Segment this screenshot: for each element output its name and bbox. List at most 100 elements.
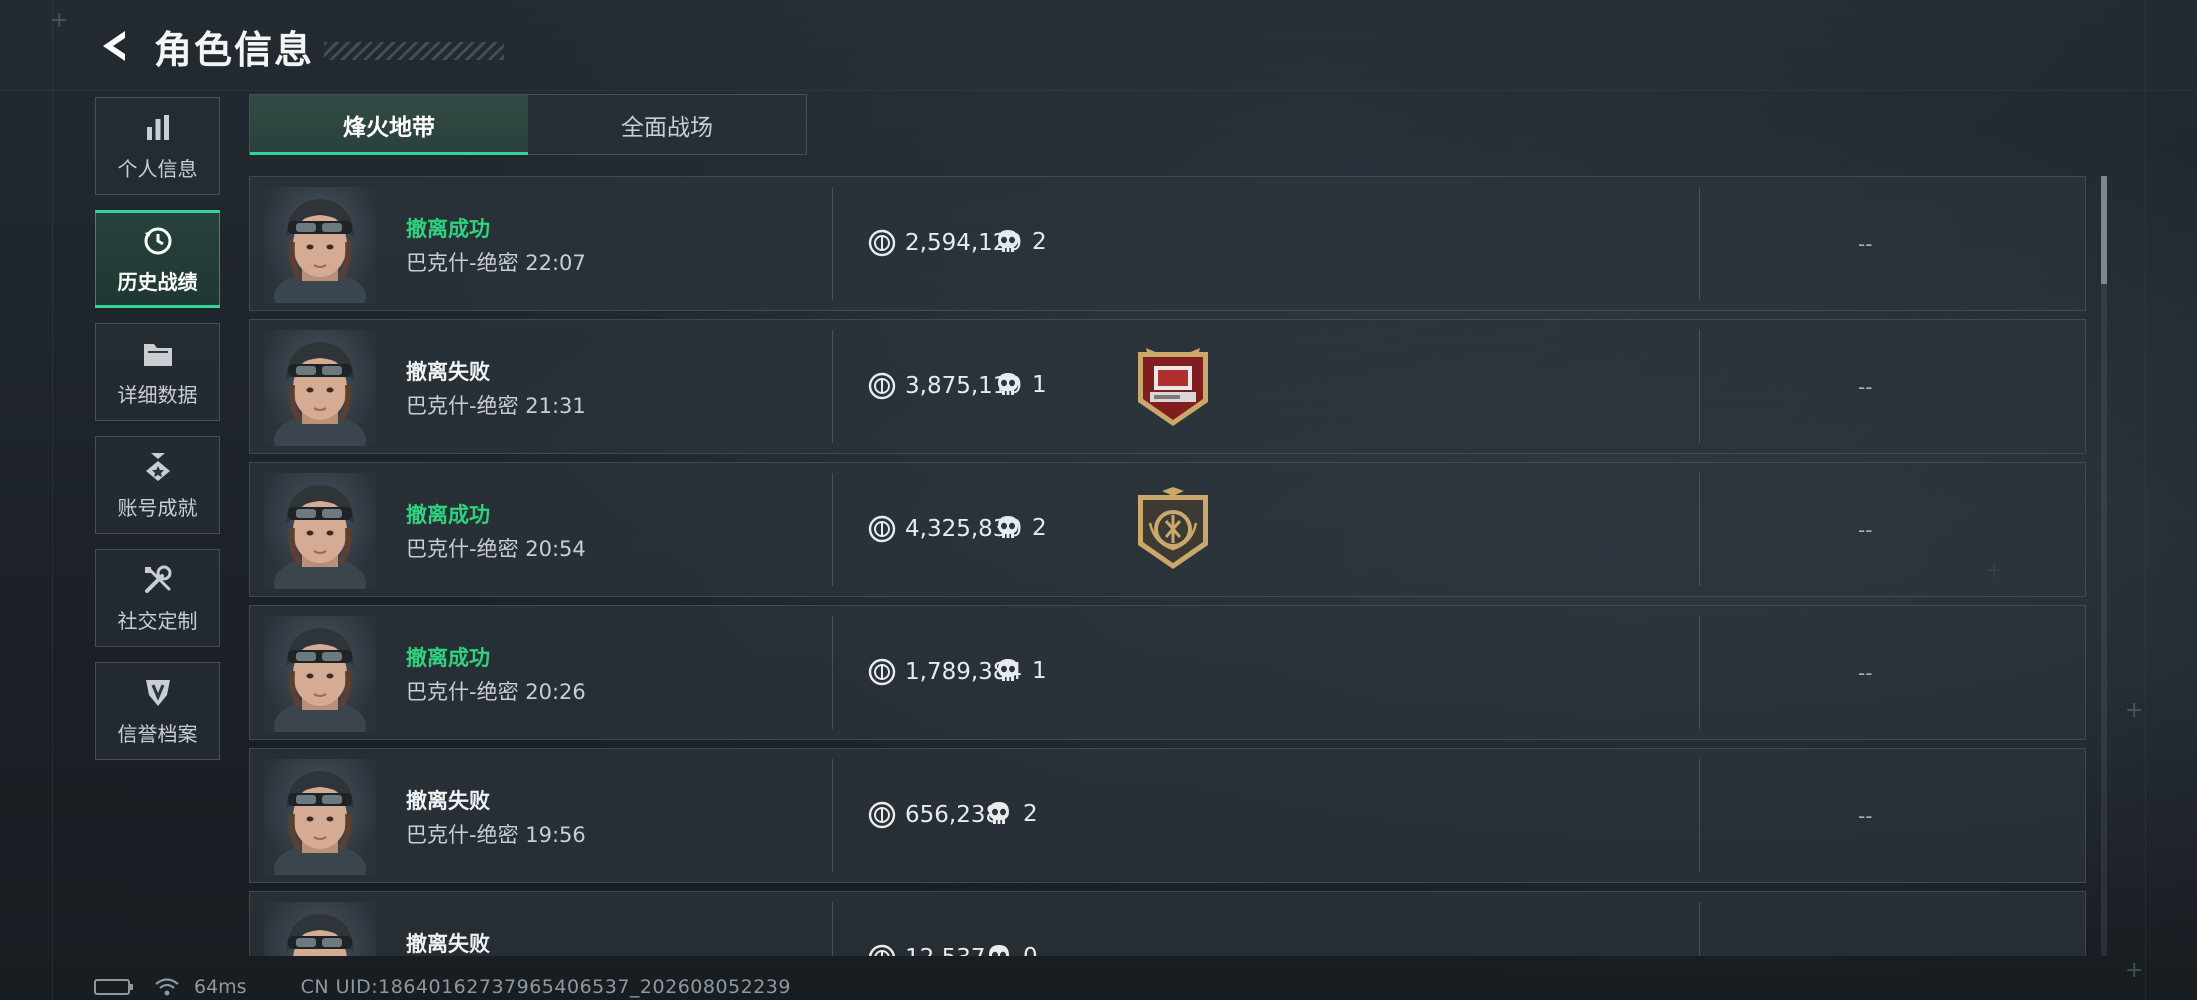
character-portrait-avatar <box>264 902 376 956</box>
map-and-time: 巴克什-绝密 22:07 <box>406 251 586 275</box>
computer-badge-icon <box>1138 348 1208 426</box>
divider <box>832 616 833 729</box>
clock-history-icon <box>141 224 175 258</box>
sidebar-item-label: 个人信息 <box>117 156 198 181</box>
frame-line <box>0 90 2197 91</box>
table-row[interactable]: 撤离失败 12,537 0 <box>249 891 2086 956</box>
kill-count: 2 <box>996 229 1047 255</box>
extraction-status: 撤离成功 <box>406 503 490 527</box>
skull-icon <box>998 659 1018 681</box>
divider <box>832 473 833 586</box>
uid-text: CN UID:18640162737965406537_202608052239 <box>300 976 791 998</box>
title-hatch-decoration <box>324 42 505 60</box>
coin-icon <box>868 372 896 400</box>
folder-icon <box>141 337 175 371</box>
extraction-status: 撤离成功 <box>406 217 490 241</box>
crosshair-deco-icon: + <box>50 8 69 33</box>
kill-count-text: 0 <box>1023 944 1038 956</box>
kill-count-text: 2 <box>1032 515 1047 541</box>
scrollbar[interactable] <box>2101 176 2107 956</box>
map-and-time: 巴克什-绝密 20:54 <box>406 537 586 561</box>
tab-warfare[interactable]: 全面战场 <box>528 95 806 154</box>
screen: + + + + 角色信息 个人信息 <box>0 0 2197 1000</box>
sidebar-item-social[interactable]: 社交定制 <box>95 549 220 647</box>
extraction-status: 撤离成功 <box>406 646 490 670</box>
match-history-list: 撤离成功 巴克什-绝密 22:07 2,594,129 2 -- 撤离失败 巴克… <box>249 176 2086 956</box>
frame-line <box>52 0 53 1000</box>
sidebar-item-detailed-data[interactable]: 详细数据 <box>95 323 220 421</box>
status-footer: 64ms CN UID:18640162737965406537_2026080… <box>94 975 791 999</box>
medal-icon <box>141 450 175 484</box>
table-row[interactable]: 撤离失败 巴克什-绝密 19:56 656,238 2 -- <box>249 748 2086 883</box>
mode-tabs: 烽火地带 全面战场 <box>249 94 807 155</box>
divider <box>832 759 833 872</box>
tab-operations[interactable]: 烽火地带 <box>250 95 528 155</box>
character-portrait-avatar <box>264 616 376 732</box>
shield-badge-icon <box>141 676 175 710</box>
coin-icon <box>868 801 896 829</box>
loot-value: 656,238 <box>868 801 1000 829</box>
extra-info: -- <box>1858 375 1873 399</box>
skull-icon <box>989 945 1009 956</box>
kill-count: 2 <box>996 515 1047 541</box>
character-portrait-avatar <box>264 759 376 875</box>
table-row[interactable]: 撤离失败 巴克什-绝密 21:31 3,875,119 1 -- <box>249 319 2086 454</box>
table-row[interactable]: 撤离成功 巴克什-绝密 22:07 2,594,129 2 -- <box>249 176 2086 311</box>
extra-info: -- <box>1858 661 1873 685</box>
divider <box>1699 330 1700 443</box>
table-row[interactable]: 撤离成功 巴克什-绝密 20:54 4,325,830 2 -- <box>249 462 2086 597</box>
sidebar-item-personal-info[interactable]: 个人信息 <box>95 97 220 195</box>
map-and-time: 巴克什-绝密 19:56 <box>406 823 586 847</box>
sidebar-item-label: 社交定制 <box>117 608 198 633</box>
kill-count-text: 2 <box>1032 229 1047 255</box>
sidebar-item-match-history[interactable]: 历史战绩 <box>95 210 220 308</box>
kill-count-text: 2 <box>1023 801 1038 827</box>
kill-count-text: 1 <box>1032 372 1047 398</box>
table-row[interactable]: 撤离成功 巴克什-绝密 20:26 1,789,384 1 -- <box>249 605 2086 740</box>
skull-icon <box>989 802 1009 824</box>
coin-icon <box>868 229 896 257</box>
sidebar-item-credit-record[interactable]: 信誉档案 <box>95 662 220 760</box>
kill-count: 0 <box>987 944 1038 956</box>
coin-icon <box>868 515 896 543</box>
extra-info: -- <box>1858 232 1873 256</box>
sidebar-item-label: 详细数据 <box>117 382 198 407</box>
skull-icon <box>998 373 1018 395</box>
scroll-thumb[interactable] <box>2101 176 2107 284</box>
extra-info: -- <box>1858 804 1873 828</box>
character-portrait-avatar <box>264 330 376 446</box>
sidebar-item-label: 账号成就 <box>117 495 198 520</box>
divider <box>1699 902 1700 956</box>
divider <box>1699 473 1700 586</box>
coin-icon <box>868 658 896 686</box>
divider <box>1699 759 1700 872</box>
sidebar-item-label: 历史战绩 <box>117 269 198 294</box>
ping-text: 64ms <box>194 976 247 998</box>
map-and-time: 巴克什-绝密 21:31 <box>406 394 586 418</box>
coin-icon <box>868 944 896 956</box>
tools-icon <box>141 563 175 597</box>
map-and-time: 巴克什-绝密 20:26 <box>406 680 586 704</box>
wifi-icon <box>155 978 179 996</box>
crosshair-deco-icon: + <box>2125 958 2144 983</box>
page-header: 角色信息 <box>94 22 505 72</box>
loot-value-text: 12,537 <box>905 945 985 956</box>
extraction-status: 撤离失败 <box>406 360 490 384</box>
coin-badge-icon <box>1138 487 1208 569</box>
divider <box>1699 187 1700 300</box>
divider <box>832 330 833 443</box>
back-chevron-icon[interactable] <box>94 26 134 66</box>
battery-icon <box>94 979 133 995</box>
skull-icon <box>998 516 1018 538</box>
kill-count: 1 <box>996 658 1047 684</box>
bar-chart-icon <box>141 111 175 145</box>
frame-line <box>2145 0 2146 1000</box>
character-portrait-avatar <box>264 187 376 303</box>
sidebar-item-achievements[interactable]: 账号成就 <box>95 436 220 534</box>
character-portrait-avatar <box>264 473 376 589</box>
sidebar-item-label: 信誉档案 <box>117 721 198 746</box>
divider <box>1699 616 1700 729</box>
page-title: 角色信息 <box>154 27 315 72</box>
extraction-status: 撤离失败 <box>406 789 490 813</box>
kill-count: 2 <box>987 801 1038 827</box>
